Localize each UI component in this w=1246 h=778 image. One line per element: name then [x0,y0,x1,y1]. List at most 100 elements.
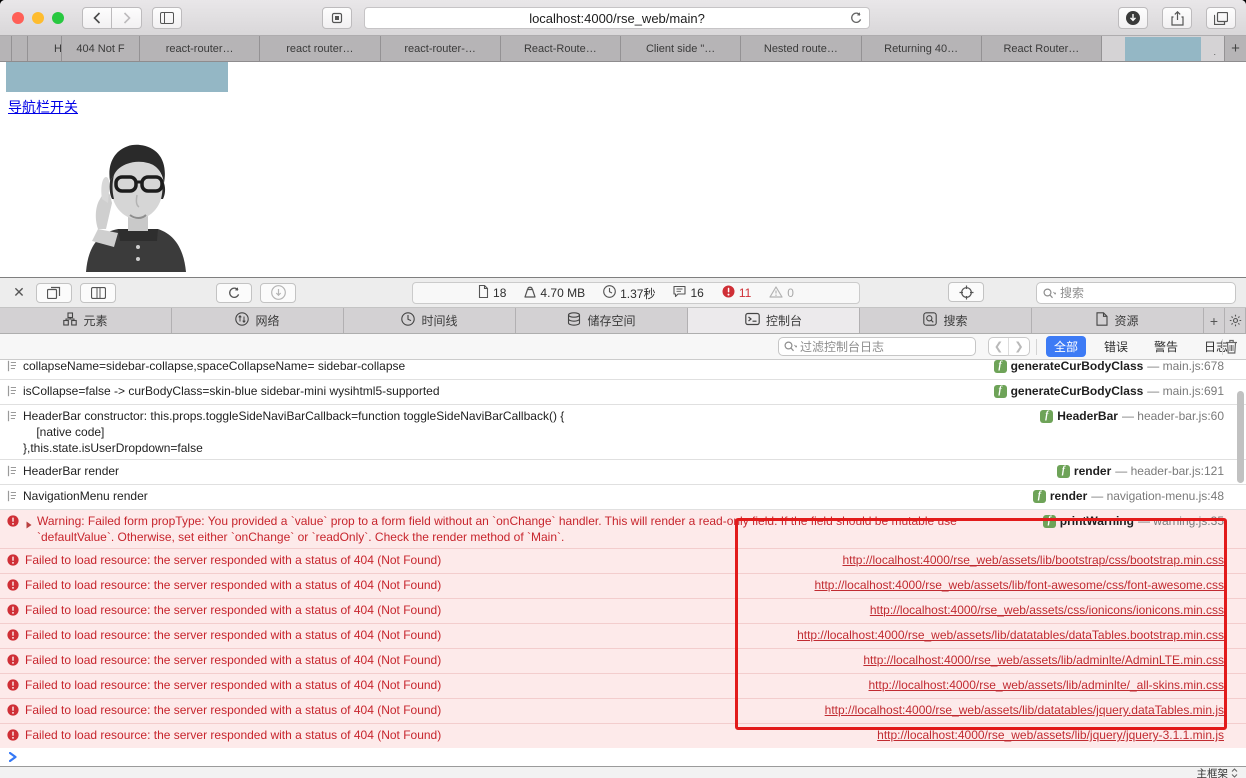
close-inspector-button[interactable]: ✕ [10,284,28,301]
inspector-tab-storage[interactable]: 储存空间 [516,308,688,333]
add-tab-button[interactable]: + [1204,308,1225,333]
stat-value: 0 [787,286,794,300]
reload-page-button[interactable] [216,282,252,303]
forward-button[interactable] [112,6,142,29]
scrollbar-thumb[interactable] [1237,391,1244,483]
frame-selector[interactable]: 主框架 [1197,766,1229,778]
browser-tab[interactable] [12,36,28,61]
stat-error-badge[interactable]: 11 [722,285,751,301]
previous-scope-button[interactable]: ❮ [989,338,1009,355]
scope-button[interactable]: 警告 [1146,336,1186,357]
console-filter-field[interactable] [778,337,976,356]
failed-resource-url-link[interactable]: http://localhost:4000/rse_web/assets/css… [856,602,1224,618]
failed-resource-url-link[interactable]: http://localhost:4000/rse_web/assets/lib… [828,552,1224,568]
settings-gear-icon[interactable] [1225,308,1246,333]
failed-resource-url-link[interactable]: http://localhost:4000/rse_web/assets/lib… [800,577,1224,593]
stat-warning-triangle[interactable]: 0 [769,285,794,301]
tab-overview-button[interactable] [1206,7,1236,29]
detach-inspector-button[interactable] [36,282,72,303]
failed-resource-url-link[interactable]: http://localhost:4000/rse_web/assets/lib… [783,627,1224,643]
browser-tab-active[interactable]: . [1102,36,1225,61]
console-log-row[interactable]: HeaderBar constructor: this.props.toggle… [0,405,1246,460]
downloads-button[interactable] [1118,7,1148,29]
disclosure-triangle-icon[interactable] [26,517,32,533]
console-error-row[interactable]: Failed to load resource: the server resp… [0,724,1246,748]
next-scope-button[interactable]: ❯ [1009,338,1029,355]
console-source-link[interactable]: f HeaderBar — header-bar.js:60 [1026,408,1224,424]
inspector-tab-elements[interactable]: 元素 [0,308,172,333]
console-error-row[interactable]: Failed to load resource: the server resp… [0,649,1246,674]
console-warning-row[interactable]: Warning: Failed form propType: You provi… [0,510,1246,549]
stat-clock[interactable]: 1.37秒 [603,285,655,302]
resources-icon [1096,312,1109,329]
browser-tab[interactable]: Returning 40… [861,36,982,61]
browser-tab[interactable]: react-router… [140,36,261,61]
failed-resource-url-link[interactable]: http://localhost:4000/rse_web/assets/lib… [849,652,1224,668]
stat-weight[interactable]: 4.70 MB [524,285,585,301]
clear-console-button[interactable] [1225,339,1238,354]
scope-button[interactable]: 错误 [1096,336,1136,357]
browser-tab[interactable]: Nested route… [741,36,862,61]
inspector-tab-search[interactable]: 搜索 [860,308,1032,333]
console-error-row[interactable]: Failed to load resource: the server resp… [0,574,1246,599]
console-filter-bar: ❮ ❯ 全部错误警告日志 [0,334,1246,360]
console-source-link[interactable]: f render — header-bar.js:121 [1043,463,1224,479]
failed-resource-url-link[interactable]: http://localhost:4000/rse_web/assets/lib… [863,727,1224,743]
console-prompt-row[interactable] [0,748,1246,766]
browser-tab[interactable] [0,36,12,61]
browser-tab[interactable]: react router… [260,36,381,61]
browser-tab[interactable]: React Router… [981,36,1102,61]
new-tab-button[interactable]: + [1225,36,1246,61]
failed-resource-url-link[interactable]: http://localhost:4000/rse_web/assets/lib… [811,702,1224,718]
navbar-toggle-link[interactable]: 导航栏开关 [8,97,78,117]
inspector-tab-resources[interactable]: 资源 [1032,308,1204,333]
close-window-button[interactable] [12,11,24,24]
failed-resource-url-link[interactable]: http://localhost:4000/rse_web/assets/lib… [855,677,1225,693]
console-error-row[interactable]: Failed to load resource: the server resp… [0,674,1246,699]
browser-tab[interactable]: Client side "… [621,36,742,61]
element-picker-button[interactable] [948,282,984,302]
console-log-row[interactable]: NavigationMenu render f render — navigation… [0,485,1246,510]
reload-icon[interactable] [849,11,863,25]
inspector-tab-console[interactable]: 控制台 [688,308,860,333]
console-source-link[interactable]: f generateCurBodyClass — main.js:678 [980,360,1224,374]
inspector-search-field[interactable] [1036,282,1236,304]
download-web-archive-button[interactable] [260,282,296,303]
console-error-row[interactable]: Failed to load resource: the server resp… [0,699,1246,724]
scope-button[interactable]: 全部 [1046,336,1087,357]
log-icon [7,465,17,481]
browser-tab[interactable]: react-router-… [380,36,501,61]
log-icon [7,385,17,401]
stat-document[interactable]: 18 [478,284,506,301]
console-filter-input[interactable] [800,339,970,354]
sidebar-toggle-button[interactable] [152,6,182,29]
tab-title: React-Route… [523,42,597,55]
page-settings-button[interactable] [322,7,352,29]
zoom-window-button[interactable] [52,11,64,24]
url-field[interactable]: localhost:4000/rse_web/main? [364,7,870,29]
console-log-row[interactable]: collapseName=sidebar-collapse,spaceColla… [0,360,1246,380]
error-icon [7,604,19,620]
inspector-tab-timeline[interactable]: 时间线 [344,308,516,333]
browser-tab[interactable]: H [28,36,62,61]
stat-bubble[interactable]: 16 [673,285,704,301]
minimize-window-button[interactable] [32,11,44,24]
console-source-link[interactable]: f generateCurBodyClass — main.js:691 [980,383,1224,399]
inspector-tab-network[interactable]: 网络 [172,308,344,333]
console-message: Failed to load resource: the server resp… [25,653,442,667]
console-error-row[interactable]: Failed to load resource: the server resp… [0,599,1246,624]
console-source-link[interactable]: f render — navigation-menu.js:48 [1019,488,1224,504]
web-inspector: ✕ 184.70 MB1.37秒16110 元素网络时间线储存空间控制台搜 [0,277,1246,778]
console-error-row[interactable]: Failed to load resource: the server resp… [0,549,1246,574]
back-button[interactable] [82,6,112,29]
dock-side-button[interactable] [80,282,116,303]
console-error-row[interactable]: Failed to load resource: the server resp… [0,624,1246,649]
console-log-row[interactable]: HeaderBar render f render — header-bar.js:1… [0,460,1246,485]
console-log-row[interactable]: isCollapse=false -> curBodyClass=skin-bl… [0,380,1246,405]
search-input[interactable] [1060,286,1229,300]
console-message: Failed to load resource: the server resp… [25,678,442,692]
browser-tab[interactable]: 404 Not F [62,36,140,61]
browser-tab[interactable]: React-Route… [500,36,621,61]
console-source-link[interactable]: f printWarning — warning.js:35 [1029,513,1224,529]
share-button[interactable] [1162,7,1192,29]
